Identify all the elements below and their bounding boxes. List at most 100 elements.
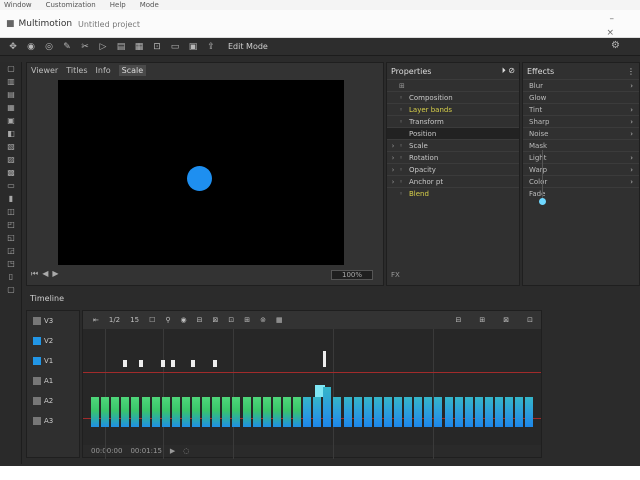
tab-scale[interactable]: Scale bbox=[118, 65, 147, 76]
track-header[interactable]: A3 bbox=[27, 411, 79, 431]
timeline-tool-icon[interactable]: ⊡ bbox=[527, 316, 533, 324]
tab-viewer[interactable]: Viewer bbox=[31, 66, 58, 75]
timeline-clip[interactable] bbox=[343, 397, 352, 427]
timeline-clip[interactable] bbox=[252, 397, 261, 427]
timeline-clip[interactable] bbox=[495, 397, 503, 427]
timeline-marker[interactable] bbox=[161, 360, 165, 367]
effect-arrow-icon[interactable]: › bbox=[630, 154, 633, 162]
settings-icon[interactable]: ⚙ bbox=[611, 40, 620, 51]
timeline-marker[interactable] bbox=[171, 360, 175, 367]
move-icon[interactable]: ✥ bbox=[4, 40, 22, 54]
effect-row[interactable]: Noise › bbox=[523, 127, 639, 139]
minimize-button[interactable]: – bbox=[610, 14, 615, 24]
timeline-clip[interactable] bbox=[353, 397, 362, 427]
grid-icon[interactable]: ▦ bbox=[130, 40, 148, 54]
effect-arrow-icon[interactable]: › bbox=[630, 118, 633, 126]
timeline-clip[interactable] bbox=[192, 397, 200, 427]
timeline-tool-icon[interactable]: ⊚ bbox=[260, 316, 266, 324]
timeline-clip[interactable] bbox=[505, 397, 514, 427]
marker-icon[interactable]: ◫ bbox=[0, 205, 22, 218]
timeline-clip[interactable] bbox=[383, 397, 392, 427]
timeline-clip[interactable] bbox=[515, 397, 524, 427]
timeline-tool-icon[interactable]: ⊟ bbox=[456, 316, 462, 324]
property-row[interactable]: › ◦ Rotation bbox=[387, 151, 519, 163]
track-header[interactable]: V3 bbox=[27, 311, 79, 331]
property-row[interactable]: ◦ Composition bbox=[387, 91, 519, 103]
timeline-clip[interactable] bbox=[242, 397, 251, 427]
timeline-end-handle[interactable] bbox=[539, 198, 546, 205]
play-icon[interactable]: ▶ bbox=[52, 269, 58, 279]
keyframe-icon[interactable]: ◳ bbox=[0, 257, 22, 270]
effect-arrow-icon[interactable]: › bbox=[630, 106, 633, 114]
property-row[interactable]: Position bbox=[387, 127, 519, 139]
timeline-clip[interactable] bbox=[171, 397, 180, 427]
timeline-clip[interactable] bbox=[525, 397, 534, 427]
preview-canvas[interactable] bbox=[58, 80, 344, 265]
camera-icon[interactable]: ◎ bbox=[40, 40, 58, 54]
timeline-clip[interactable] bbox=[404, 397, 413, 427]
timeline-marker[interactable] bbox=[139, 360, 143, 367]
crop-icon[interactable]: ⊡ bbox=[148, 40, 166, 54]
preview-blue-dot[interactable] bbox=[187, 166, 212, 191]
select-icon[interactable]: ▢ bbox=[0, 62, 22, 75]
timeline-clip[interactable] bbox=[323, 387, 332, 427]
timeline-tool-icon[interactable]: ⊠ bbox=[212, 316, 218, 324]
property-row[interactable]: ◦ Layer bands bbox=[387, 103, 519, 115]
timeline-clip[interactable] bbox=[313, 397, 322, 427]
expand-caret-icon[interactable]: › bbox=[387, 178, 399, 186]
layer-icon[interactable]: ◧ bbox=[0, 127, 22, 140]
step-back-icon[interactable]: ◀ bbox=[42, 269, 48, 279]
effects-options-icon[interactable]: ⋮ bbox=[627, 67, 635, 76]
effect-arrow-icon[interactable]: › bbox=[630, 178, 633, 186]
menu-customization[interactable]: Customization bbox=[46, 1, 96, 9]
effect-row[interactable]: Mask bbox=[523, 139, 639, 151]
folder-icon[interactable]: ▣ bbox=[184, 40, 202, 54]
timeline-clip[interactable] bbox=[161, 397, 170, 427]
audio-icon[interactable]: ▮ bbox=[0, 192, 22, 205]
timeline-tool-icon[interactable]: ☐ bbox=[149, 316, 155, 324]
frame-icon[interactable]: ▭ bbox=[166, 40, 184, 54]
timeline-clip[interactable] bbox=[363, 397, 372, 427]
menu-mode[interactable]: Mode bbox=[140, 1, 159, 9]
play-icon[interactable]: ▷ bbox=[94, 40, 112, 54]
camera-icon[interactable]: ▯ bbox=[0, 270, 22, 283]
timeline-clip[interactable] bbox=[282, 397, 291, 427]
timeline-tool-icon[interactable]: ⇤ bbox=[93, 316, 99, 324]
timeline-tool-icon[interactable]: ⊞ bbox=[244, 316, 250, 324]
cut-icon[interactable]: ▦ bbox=[0, 101, 22, 114]
timeline-clip[interactable] bbox=[303, 397, 312, 427]
expand-caret-icon[interactable]: › bbox=[387, 166, 399, 174]
property-row[interactable]: › ◦ Anchor pt bbox=[387, 175, 519, 187]
timeline-clip[interactable] bbox=[111, 397, 120, 427]
scissors-icon[interactable]: ✂ bbox=[76, 40, 94, 54]
export-icon[interactable]: ⇪ bbox=[202, 40, 220, 54]
tab-info[interactable]: Info bbox=[96, 66, 111, 75]
pen-icon[interactable]: ✎ bbox=[58, 40, 76, 54]
timeline-status-item[interactable]: ▶ bbox=[170, 447, 175, 455]
timeline-clip[interactable] bbox=[424, 397, 433, 427]
track-header[interactable]: V2 bbox=[27, 331, 79, 351]
timeline-tool-icon[interactable]: ⊡ bbox=[228, 316, 234, 324]
timeline-clip[interactable] bbox=[373, 397, 382, 427]
timeline-tool-icon[interactable]: 1/2 bbox=[109, 316, 120, 324]
trim-icon[interactable]: ▤ bbox=[0, 88, 22, 101]
skip-back-icon[interactable]: ⏮ bbox=[31, 269, 38, 279]
track-header[interactable]: A1 bbox=[27, 371, 79, 391]
property-row[interactable]: ◦ Transform bbox=[387, 115, 519, 127]
timeline-clip[interactable] bbox=[333, 397, 342, 427]
timeline-clip[interactable] bbox=[464, 397, 473, 427]
effect-row[interactable]: Blur › bbox=[523, 79, 639, 91]
property-row[interactable]: › ◦ Opacity bbox=[387, 163, 519, 175]
effect-row[interactable]: Warp › bbox=[523, 163, 639, 175]
timeline-clip[interactable] bbox=[444, 397, 453, 427]
properties-options-icon[interactable]: ⏵ ⊘ bbox=[502, 66, 515, 76]
timeline-clip[interactable] bbox=[202, 397, 211, 427]
timeline-clip[interactable] bbox=[293, 397, 301, 427]
effect-row[interactable]: Tint › bbox=[523, 103, 639, 115]
menu-help[interactable]: Help bbox=[110, 1, 126, 9]
zoom-field[interactable]: 100% bbox=[331, 270, 373, 280]
timeline-clip[interactable] bbox=[212, 397, 221, 427]
timeline-clip[interactable] bbox=[262, 397, 271, 427]
expand-caret-icon[interactable]: › bbox=[387, 154, 399, 162]
timeline-tool-icon[interactable]: 15 bbox=[130, 316, 139, 324]
